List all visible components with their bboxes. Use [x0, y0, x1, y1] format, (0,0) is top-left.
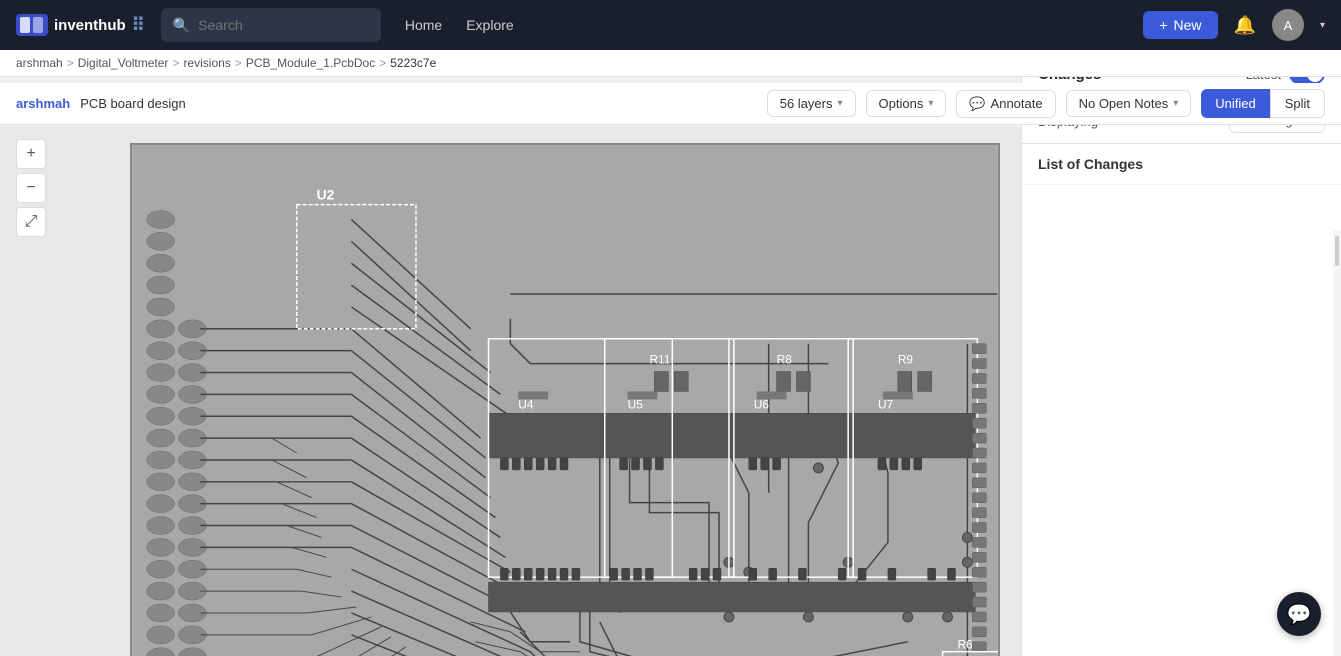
avatar-dropdown-arrow[interactable]: ▾	[1320, 20, 1325, 31]
svg-text:U4: U4	[518, 397, 534, 411]
breadcrumb-sep-3: >	[235, 56, 242, 70]
svg-text:U5: U5	[628, 397, 644, 411]
layers-chevron: ▾	[837, 98, 842, 109]
breadcrumb-pcb-module[interactable]: PCB_Module_1.PcbDoc	[246, 56, 375, 70]
pcb-svg: U2 R11 R8 R9 R10	[132, 145, 998, 656]
annotate-button[interactable]: 💬 Annotate	[956, 90, 1055, 118]
new-button[interactable]: + New	[1143, 11, 1217, 39]
annotate-label: Annotate	[991, 96, 1043, 111]
notes-chevron: ▾	[1173, 98, 1178, 109]
zoom-in-button[interactable]: +	[16, 139, 46, 169]
zoom-out-button[interactable]: −	[16, 173, 46, 203]
svg-text:U7: U7	[878, 397, 894, 411]
breadcrumb-sep-4: >	[379, 56, 386, 70]
layers-label: 56 layers	[780, 96, 833, 111]
navbar: inventhub ⠿ 🔍 Home Explore + New 🔔 A ▾	[0, 0, 1341, 50]
svg-text:U2: U2	[317, 187, 335, 203]
search-input[interactable]	[198, 17, 369, 33]
toolbar: arshmah PCB board design 56 layers ▾ Opt…	[0, 83, 1341, 125]
plus-icon: +	[1159, 17, 1167, 33]
bell-icon[interactable]: 🔔	[1234, 15, 1256, 36]
svg-text:U6: U6	[754, 397, 770, 411]
svg-text:R8: R8	[777, 353, 793, 367]
logo-dots: ⠿	[132, 15, 145, 36]
view-toggle: Unified Split	[1201, 89, 1325, 118]
options-label: Options	[879, 96, 924, 111]
breadcrumb: arshmah > Digital_Voltmeter > revisions …	[0, 50, 1341, 77]
svg-text:R9: R9	[898, 353, 914, 367]
unified-button[interactable]: Unified	[1201, 89, 1269, 118]
logo-text: inventhub	[54, 17, 126, 34]
right-panel: Changes Latest Displaying All Changes ▾ …	[1021, 50, 1341, 656]
pcb-canvas[interactable]: U2 R11 R8 R9 R10	[0, 127, 1021, 656]
main-area: + − ⤢	[0, 127, 1021, 656]
toolbar-user[interactable]: arshmah	[16, 96, 70, 111]
avatar[interactable]: A	[1272, 9, 1304, 41]
split-button[interactable]: Split	[1270, 89, 1325, 118]
zoom-controls: + − ⤢	[16, 139, 46, 237]
new-label: New	[1174, 17, 1202, 33]
logo: inventhub ⠿	[16, 14, 145, 36]
avatar-initials: A	[1284, 18, 1293, 33]
scrollbar-thumb	[1335, 236, 1339, 266]
chat-button[interactable]: 💬	[1277, 592, 1321, 636]
breadcrumb-sep-1: >	[67, 56, 74, 70]
notes-button[interactable]: No Open Notes ▾	[1066, 90, 1192, 117]
breadcrumb-digital-voltmeter[interactable]: Digital_Voltmeter	[78, 56, 169, 70]
breadcrumb-sep-2: >	[172, 56, 179, 70]
breadcrumb-arshmah[interactable]: arshmah	[16, 56, 63, 70]
toolbar-title: PCB board design	[80, 96, 186, 111]
pcb-board: U2 R11 R8 R9 R10	[130, 143, 1000, 656]
options-chevron: ▾	[928, 98, 933, 109]
logo-icon	[16, 14, 48, 36]
search-bar[interactable]: 🔍	[161, 8, 381, 42]
breadcrumb-commit-hash: 5223c7e	[390, 56, 436, 70]
nav-links: Home Explore	[405, 17, 514, 33]
notes-label: No Open Notes	[1079, 96, 1169, 111]
zoom-fit-button[interactable]: ⤢	[16, 207, 46, 237]
changes-list	[1022, 185, 1341, 656]
scrollbar-track[interactable]	[1333, 230, 1341, 656]
list-of-changes-header: List of Changes	[1022, 144, 1341, 185]
chat-icon: 💬	[1287, 602, 1312, 627]
breadcrumb-revisions[interactable]: revisions	[183, 56, 230, 70]
layers-button[interactable]: 56 layers ▾	[767, 90, 856, 117]
options-button[interactable]: Options ▾	[866, 90, 947, 117]
search-icon: 🔍	[173, 17, 190, 34]
nav-home[interactable]: Home	[405, 17, 442, 33]
svg-text:R11: R11	[649, 353, 670, 367]
nav-explore[interactable]: Explore	[466, 17, 513, 33]
svg-text:R6: R6	[957, 638, 973, 652]
annotate-icon: 💬	[969, 96, 985, 112]
